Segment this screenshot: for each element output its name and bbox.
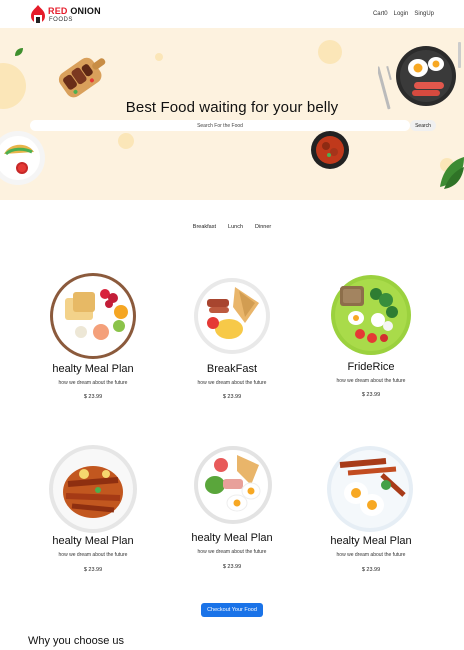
tab-lunch[interactable]: Lunch xyxy=(228,224,243,230)
onion-logo-icon xyxy=(31,5,45,23)
food-card[interactable]: BreakFast how we dream about the future … xyxy=(167,270,297,410)
food-card[interactable]: healty Meal Plan how we dream about the … xyxy=(28,440,158,580)
card-price: $ 23.99 xyxy=(361,392,381,398)
breakfast-plate-image xyxy=(194,278,270,354)
tab-dinner[interactable]: Dinner xyxy=(255,224,271,230)
leaf-icon xyxy=(15,48,23,56)
food-card[interactable]: healty Meal Plan how we dream about the … xyxy=(306,440,436,580)
search-button[interactable]: Search xyxy=(410,120,436,131)
decor-circle xyxy=(318,40,342,64)
card-price: $ 23.99 xyxy=(361,567,381,573)
healthy-meal-plate-image xyxy=(50,273,136,359)
logo[interactable]: RED ONION FOODS xyxy=(28,4,138,26)
card-title: healty Meal Plan xyxy=(330,535,412,547)
brand-sub: FOODS xyxy=(49,17,73,23)
eggs-bacon-plate-image xyxy=(327,446,413,532)
card-description: how we dream about the future xyxy=(58,380,128,386)
hero-title: Best Food waiting for your belly xyxy=(125,99,339,116)
nav-links: Cart0 Login SingUp xyxy=(373,11,434,17)
search-input[interactable] xyxy=(30,120,410,131)
food-bowl-image xyxy=(311,131,349,169)
section-title: Why you choose us xyxy=(28,635,124,647)
card-price: $ 23.99 xyxy=(222,564,242,570)
card-description: how we dream about the future xyxy=(336,378,406,384)
card-title: healty Meal Plan xyxy=(52,363,134,375)
card-title: healty Meal Plan xyxy=(191,532,273,544)
egg-toast-plate-image xyxy=(194,446,272,524)
card-price: $ 23.99 xyxy=(83,567,103,573)
taco-plate-image xyxy=(0,131,45,185)
decor-circle xyxy=(118,133,134,149)
card-title: FrideRice xyxy=(347,361,395,373)
fried-rice-plate-image xyxy=(331,275,411,355)
search-bar: Search xyxy=(30,120,436,131)
food-card[interactable]: healty Meal Plan how we dream about the … xyxy=(28,270,158,410)
checkout-button[interactable]: Checkout Your Food xyxy=(201,603,263,617)
nav-login-link[interactable]: Login xyxy=(394,11,409,17)
card-description: how we dream about the future xyxy=(336,552,406,558)
brand-name: RED ONION xyxy=(48,6,101,16)
navbar: RED ONION FOODS Cart0 Login SingUp xyxy=(0,0,464,28)
bacon-plate-image xyxy=(49,445,137,533)
decor-circle xyxy=(155,53,163,61)
hero-banner: Best Food waiting for your belly Search xyxy=(0,28,464,200)
card-description: how we dream about the future xyxy=(58,552,128,558)
meal-tabs: Breakfast Lunch Dinner xyxy=(0,224,464,230)
tab-breakfast[interactable]: Breakfast xyxy=(193,224,216,230)
card-title: healty Meal Plan xyxy=(52,535,134,547)
nav-signup-link[interactable]: SingUp xyxy=(414,11,434,17)
nav-cart-link[interactable]: Cart0 xyxy=(373,11,388,17)
card-price: $ 23.99 xyxy=(222,394,242,400)
card-description: how we dream about the future xyxy=(197,380,267,386)
card-description: how we dream about the future xyxy=(197,549,267,555)
food-card[interactable]: FrideRice how we dream about the future … xyxy=(306,270,436,410)
card-title: BreakFast xyxy=(206,363,258,375)
food-card[interactable]: healty Meal Plan how we dream about the … xyxy=(167,440,297,580)
steak-board-image xyxy=(58,57,106,98)
card-price: $ 23.99 xyxy=(83,394,103,400)
kale-leaf-image xyxy=(440,157,464,189)
